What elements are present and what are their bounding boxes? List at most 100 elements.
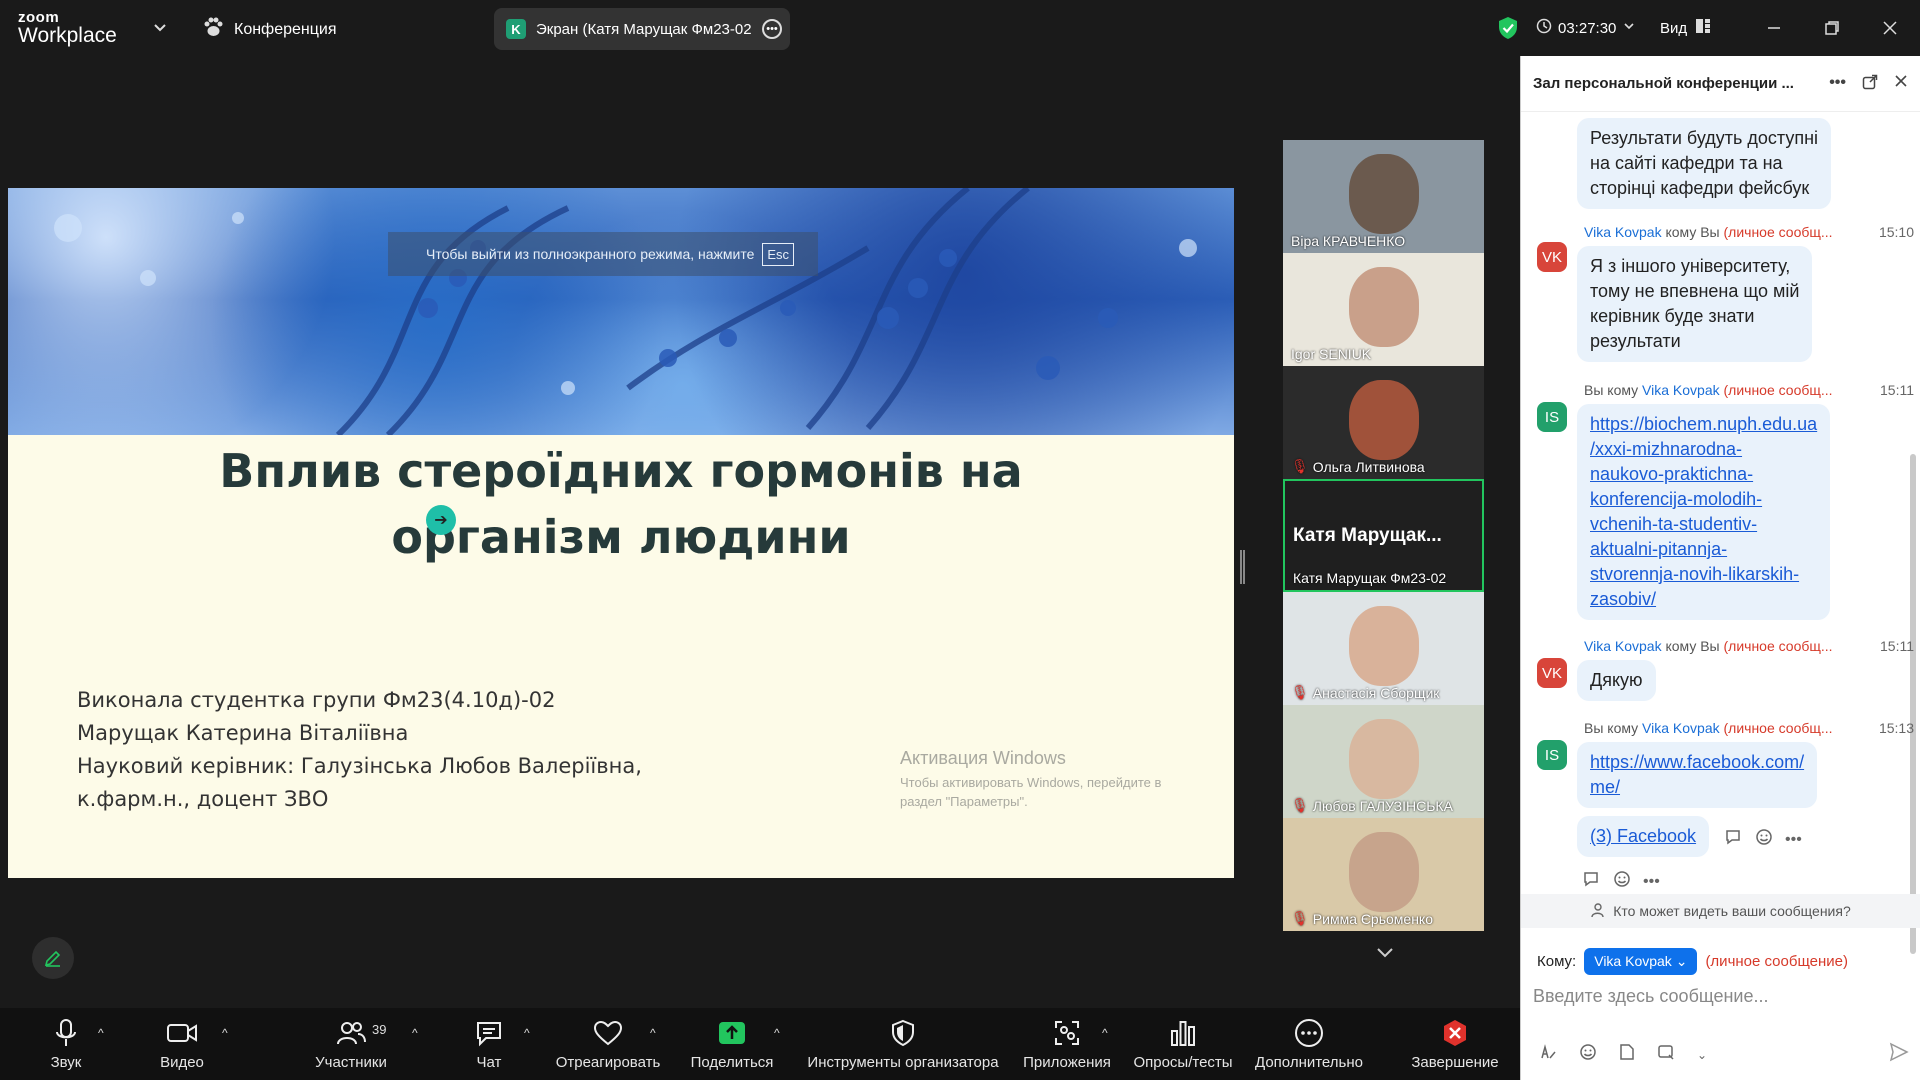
recipient-name[interactable]: Vika Kovpak (1642, 382, 1720, 398)
slide-body-line: Марущак Катерина Віталіївна (77, 721, 409, 745)
emoji-reaction-icon[interactable] (1613, 870, 1631, 893)
end-meeting-button[interactable]: Завершение (1410, 1008, 1500, 1080)
audio-label: Звук (50, 1053, 82, 1071)
audio-button[interactable]: Звук (44, 1008, 88, 1080)
more-icon[interactable]: ••• (1785, 831, 1802, 849)
chat-scrollbar[interactable] (1910, 454, 1916, 954)
link-line[interactable]: /xxxi-mizhnarodna- (1590, 437, 1817, 462)
participant-name-label: 🎙 Анастасія Сборщик (1291, 684, 1439, 701)
participant-tile[interactable]: Igor SENIUK (1283, 253, 1484, 366)
participant-tile[interactable]: Катя Марущак... Катя Марущак Фм23-02 (1283, 479, 1484, 592)
video-options-caret-icon[interactable]: ^ (222, 1026, 228, 1040)
link-line[interactable]: https://www.facebook.com/ (1590, 750, 1804, 775)
private-message-label: (личное сообщение) (1705, 953, 1848, 970)
screenshot-icon[interactable] (1657, 1043, 1675, 1066)
react-options-caret-icon[interactable]: ^ (650, 1026, 656, 1040)
chat-button[interactable]: Чат (470, 1008, 508, 1080)
participant-name-label: Віра КРАВЧЕНКО (1291, 233, 1405, 249)
more-icon[interactable]: ••• (1643, 873, 1660, 891)
participant-tile[interactable]: 🎙 Любов ГАЛУЗІНСЬКА (1283, 705, 1484, 818)
link-line[interactable]: zasobiv/ (1590, 587, 1817, 612)
sender-name[interactable]: Vika Kovpak (1584, 638, 1662, 654)
link-line[interactable]: https://biochem.nuph.edu.ua (1590, 412, 1817, 437)
participants-options-caret-icon[interactable]: ^ (412, 1026, 418, 1040)
polls-button[interactable]: Опросы/тесты (1132, 1008, 1234, 1080)
sender-label: Вы кому (1584, 720, 1639, 736)
link-line[interactable]: aktualni-pitannja- (1590, 537, 1817, 562)
share-button[interactable]: Поделиться (688, 1008, 776, 1080)
pop-out-icon[interactable] (1862, 74, 1878, 94)
screen-share-pill[interactable]: K Экран (Катя Марущак Фм23-02 ••• (494, 8, 790, 50)
meeting-toolbar: Звук ^ Видео ^ Участники 39 ^ Чат ^ Отре… (0, 1008, 1520, 1080)
audio-options-caret-icon[interactable]: ^ (98, 1026, 104, 1040)
participant-tile[interactable]: 🎙 Анастасія Сборщик (1283, 592, 1484, 705)
chat-message-link[interactable]: https://biochem.nuph.edu.ua /xxxi-mizhna… (1577, 404, 1831, 620)
link-line[interactable]: naukovo-praktichna- (1590, 462, 1817, 487)
more-icon[interactable]: ••• (1829, 74, 1846, 94)
more-icon[interactable]: ••• (762, 19, 782, 39)
close-icon[interactable] (1894, 74, 1908, 94)
react-label: Отреагировать (555, 1053, 661, 1071)
host-tools-button[interactable]: Инструменты организатора (804, 1008, 1002, 1080)
format-icon[interactable] (1539, 1043, 1557, 1066)
encryption-shield-icon[interactable] (1497, 0, 1519, 56)
recipient-name[interactable]: Vika Kovpak (1642, 720, 1720, 736)
participant-tile[interactable]: 🎙 Ольга Литвинова (1283, 366, 1484, 479)
recipient-select[interactable]: Vika Kovpak ⌄ (1584, 948, 1698, 975)
activation-text: Чтобы активировать Windows, перейдите в … (900, 773, 1200, 811)
apps-options-caret-icon[interactable]: ^ (1102, 1026, 1108, 1040)
message-time: 15:13 (1878, 720, 1914, 736)
more-button[interactable]: Дополнительно (1250, 1008, 1368, 1080)
link-line[interactable]: (3) Facebook (1590, 826, 1696, 846)
annotate-pencil-icon[interactable] (32, 937, 74, 979)
chat-message-line: Результати будуть доступні (1590, 128, 1819, 148)
scroll-down-icon[interactable] (1340, 935, 1430, 971)
participants-button[interactable]: Участники (308, 1008, 394, 1080)
paw-icon (202, 16, 224, 43)
chat-message-line: результати (1590, 331, 1681, 351)
view-label: Вид (1660, 19, 1688, 37)
video-button[interactable]: Видео (150, 1008, 214, 1080)
send-icon[interactable] (1889, 1042, 1909, 1067)
share-options-caret-icon[interactable]: ^ (774, 1026, 780, 1040)
view-button[interactable]: Вид (1660, 0, 1711, 56)
chat-title: Зал персональной конференции ... (1533, 75, 1794, 92)
chat-message-link[interactable]: https://www.facebook.com/ me/ (1577, 742, 1818, 808)
restore-icon[interactable] (1818, 14, 1846, 42)
slide-body-line: Науковий керівник: Галузінська Любов Вал… (77, 754, 642, 778)
react-button[interactable]: Отреагировать (556, 1008, 660, 1080)
panel-resize-handle[interactable] (1240, 550, 1245, 584)
participant-tile[interactable]: Віра КРАВЧЕНКО (1283, 140, 1484, 253)
meeting-timer[interactable]: 03:27:30 (1536, 0, 1636, 56)
clock-icon (1536, 18, 1552, 38)
apps-button[interactable]: Приложения (1020, 1008, 1114, 1080)
compose-toolbar: ⌄ (1539, 1042, 1909, 1067)
who-can-see-link[interactable]: Кто может видеть ваши сообщения? (1521, 894, 1920, 928)
reply-icon[interactable] (1725, 828, 1743, 851)
sender-name[interactable]: Vika Kovpak (1584, 224, 1662, 240)
activation-title: Активация Windows (900, 748, 1066, 768)
chat-message-line: сторінці кафедри фейсбук (1590, 178, 1810, 198)
minimize-icon[interactable] (1760, 14, 1788, 42)
close-icon[interactable] (1876, 14, 1904, 42)
shared-screen[interactable]: Чтобы выйти из полноэкранного режима, на… (8, 188, 1234, 878)
file-icon[interactable] (1619, 1043, 1635, 1066)
reply-icon[interactable] (1583, 870, 1601, 893)
link-line[interactable]: stvorennja-novih-likarskih- (1590, 562, 1817, 587)
participants-icon (335, 1018, 367, 1048)
participant-name-label: 🎙 Любов ГАЛУЗІНСЬКА (1291, 797, 1453, 814)
emoji-icon[interactable] (1579, 1043, 1597, 1066)
message-input[interactable]: Введите здесь сообщение... (1533, 986, 1769, 1007)
end-label: Завершение (1411, 1053, 1499, 1071)
host-tools-label: Инструменты организатора (807, 1053, 999, 1071)
emoji-reaction-icon[interactable] (1755, 828, 1773, 851)
link-line[interactable]: vchenih-ta-studentiv- (1590, 512, 1817, 537)
chevron-down-icon[interactable]: ⌄ (1697, 1048, 1707, 1062)
conference-info[interactable]: Конференция (202, 16, 337, 43)
chat-options-caret-icon[interactable]: ^ (524, 1026, 530, 1040)
chevron-down-icon[interactable] (150, 18, 170, 38)
link-line[interactable]: me/ (1590, 775, 1804, 800)
chat-message-link[interactable]: (3) Facebook (1577, 816, 1710, 857)
participant-tile[interactable]: 🎙 Римма Єрьоменко (1283, 818, 1484, 931)
link-line[interactable]: konferencija-molodih- (1590, 487, 1817, 512)
